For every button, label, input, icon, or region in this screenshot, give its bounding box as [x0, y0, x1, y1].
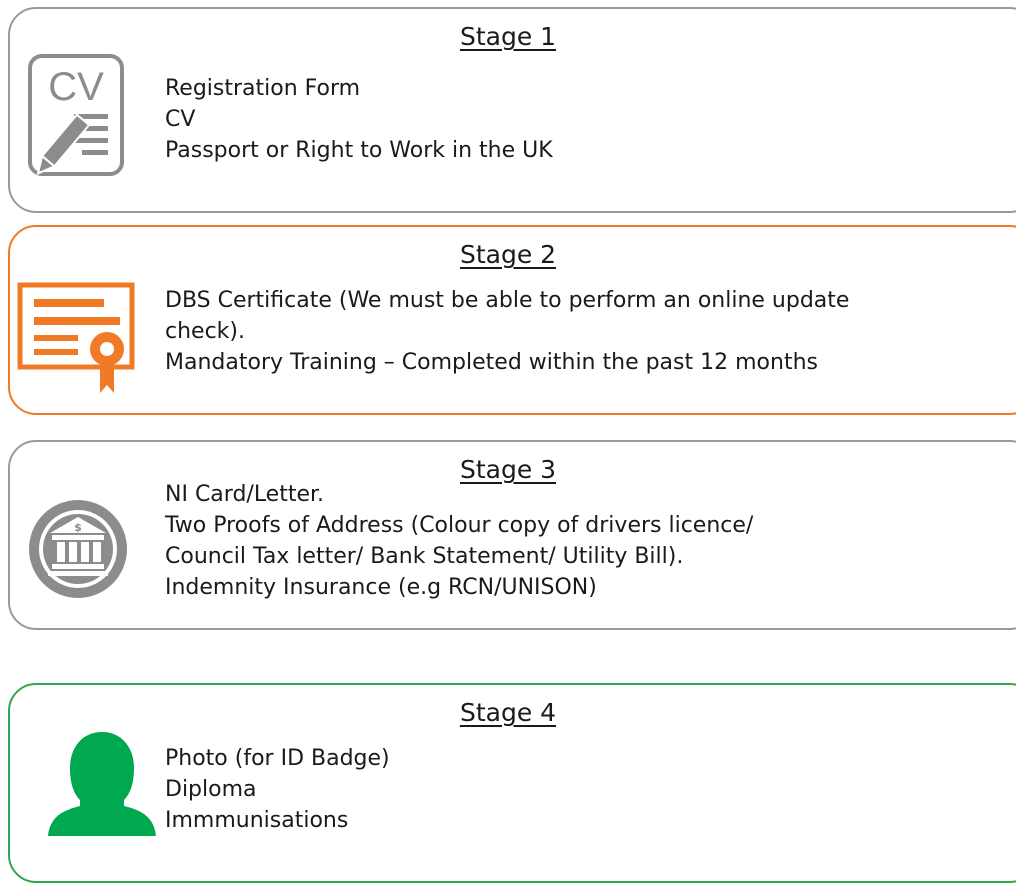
- certificate-icon: [17, 282, 135, 393]
- stage-2-title: Stage 2: [459, 240, 557, 269]
- list-item: Photo (for ID Badge): [165, 746, 390, 771]
- list-item: Immmunisations: [165, 808, 349, 833]
- stage-2-list: DBS Certificate (We must be able to perf…: [165, 285, 849, 378]
- list-item: Mandatory Training – Completed within th…: [165, 350, 818, 375]
- bank-icon: $: [29, 500, 127, 598]
- person-silhouette-icon: [48, 732, 156, 836]
- svg-text:CV: CV: [48, 65, 104, 109]
- list-item: DBS Certificate (We must be able to perf…: [165, 288, 850, 313]
- list-item: Registration Form: [165, 76, 361, 101]
- list-item: Indemnity Insurance (e.g RCN/UNISON): [165, 575, 597, 600]
- list-item: Passport or Right to Work in the UK: [165, 138, 553, 163]
- stage-1-list: Registration Form CV Passport or Right t…: [165, 73, 553, 166]
- list-item: Diploma: [165, 777, 257, 802]
- svg-text:$: $: [74, 521, 82, 534]
- list-item: check).: [165, 319, 245, 344]
- list-item: Council Tax letter/ Bank Statement/ Util…: [165, 544, 684, 569]
- stage-3-list: NI Card/Letter. Two Proofs of Address (C…: [165, 479, 753, 603]
- stage-1-title: Stage 1: [459, 22, 557, 51]
- stage-4-list: Photo (for ID Badge) Diploma Immmunisati…: [165, 743, 390, 836]
- list-item: Two Proofs of Address (Colour copy of dr…: [165, 513, 754, 538]
- list-item: CV: [165, 107, 196, 132]
- stage-4-title: Stage 4: [459, 698, 557, 727]
- cv-document-pencil-icon: CV: [28, 54, 124, 176]
- list-item: NI Card/Letter.: [165, 482, 325, 507]
